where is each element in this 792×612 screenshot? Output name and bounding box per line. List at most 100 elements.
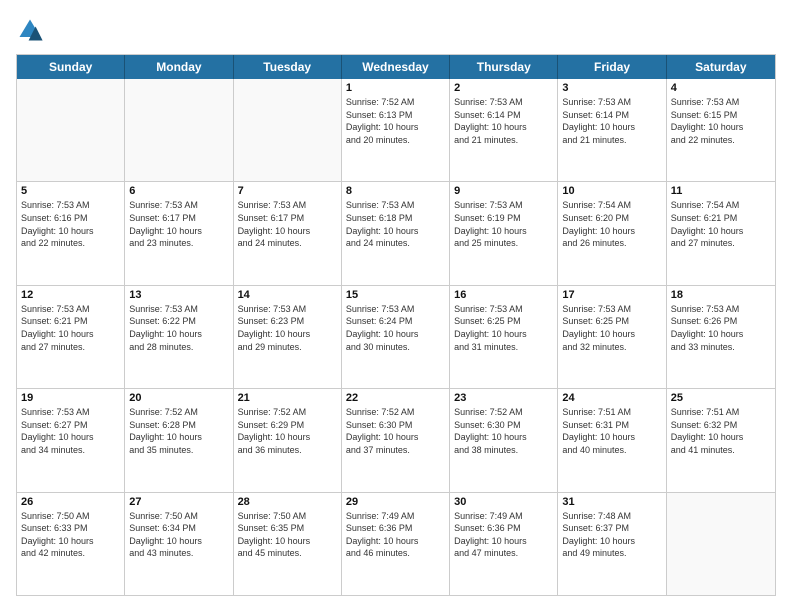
logo-icon xyxy=(16,16,44,44)
week-row: 1Sunrise: 7:52 AM Sunset: 6:13 PM Daylig… xyxy=(17,79,775,181)
cell-day-number: 23 xyxy=(454,392,553,404)
calendar-cell: 26 Sunrise: 7:50 AM Sunset: 6:33 PM Dayli… xyxy=(17,493,125,595)
calendar-cell: 27Sunrise: 7:50 AM Sunset: 6:34 PM Dayli… xyxy=(125,493,233,595)
cell-info: Sunrise: 7:52 AM Sunset: 6:30 PM Dayligh… xyxy=(346,406,445,456)
calendar-cell: 17 Sunrise: 7:53 AM Sunset: 6:25 PM Dayli… xyxy=(558,286,666,388)
cell-info: Sunrise: 7:52 AM Sunset: 6:28 PM Dayligh… xyxy=(129,406,228,456)
cell-day-number: 19 xyxy=(21,392,120,404)
cell-info: Sunrise: 7:52 AM Sunset: 6:29 PM Dayligh… xyxy=(238,406,337,456)
calendar-cell: 3Sunrise: 7:53 AM Sunset: 6:14 PM Daylig… xyxy=(558,79,666,181)
cell-day-number: 22 xyxy=(346,392,445,404)
calendar-cell: 16 Sunrise: 7:53 AM Sunset: 6:25 PM Dayli… xyxy=(450,286,558,388)
cell-info: Sunrise: 7:53 AM Sunset: 6:19 PM Dayligh… xyxy=(454,199,553,249)
cell-day-number: 7 xyxy=(238,185,337,197)
cell-day-number: 5 xyxy=(21,185,120,197)
cell-day-number: 30 xyxy=(454,496,553,508)
cell-info: Sunrise: 7:54 AM Sunset: 6:21 PM Dayligh… xyxy=(671,199,771,249)
cell-day-number: 17 xyxy=(562,289,661,301)
cell-day-number: 24 xyxy=(562,392,661,404)
calendar-cell: 4 Sunrise: 7:53 AM Sunset: 6:15 PM Daylig… xyxy=(667,79,775,181)
cell-info: Sunrise: 7:53 AM Sunset: 6:14 PM Dayligh… xyxy=(562,96,661,146)
calendar-cell: 23Sunrise: 7:52 AM Sunset: 6:30 PM Dayli… xyxy=(450,389,558,491)
calendar-cell: 2Sunrise: 7:53 AM Sunset: 6:14 PM Daylig… xyxy=(450,79,558,181)
day-header: Saturday xyxy=(667,55,775,79)
calendar-cell: 25Sunrise: 7:51 AM Sunset: 6:32 PM Dayli… xyxy=(667,389,775,491)
cell-day-number: 11 xyxy=(671,185,771,197)
calendar-cell: 29 Sunrise: 7:49 AM Sunset: 6:36 PM Dayli… xyxy=(342,493,450,595)
page: SundayMondayTuesdayWednesdayThursdayFrid… xyxy=(0,0,792,612)
calendar-cell: 22 Sunrise: 7:52 AM Sunset: 6:30 PM Dayli… xyxy=(342,389,450,491)
cell-info: Sunrise: 7:53 AM Sunset: 6:25 PM Dayligh… xyxy=(562,303,661,353)
cell-info: Sunrise: 7:53 AM Sunset: 6:15 PM Dayligh… xyxy=(671,96,771,146)
calendar-cell: 10Sunrise: 7:54 AM Sunset: 6:20 PM Dayli… xyxy=(558,182,666,284)
day-header: Friday xyxy=(558,55,666,79)
calendar-cell: 15Sunrise: 7:53 AM Sunset: 6:24 PM Dayli… xyxy=(342,286,450,388)
cell-info: Sunrise: 7:53 AM Sunset: 6:16 PM Dayligh… xyxy=(21,199,120,249)
calendar-cell: 28 Sunrise: 7:50 AM Sunset: 6:35 PM Dayli… xyxy=(234,493,342,595)
cell-info: Sunrise: 7:53 AM Sunset: 6:24 PM Dayligh… xyxy=(346,303,445,353)
cell-day-number: 20 xyxy=(129,392,228,404)
calendar-cell: 8 Sunrise: 7:53 AM Sunset: 6:18 PM Daylig… xyxy=(342,182,450,284)
day-headers: SundayMondayTuesdayWednesdayThursdayFrid… xyxy=(17,55,775,79)
week-row: 26 Sunrise: 7:50 AM Sunset: 6:33 PM Dayli… xyxy=(17,492,775,595)
calendar-cell: 18 Sunrise: 7:53 AM Sunset: 6:26 PM Dayli… xyxy=(667,286,775,388)
cell-day-number: 31 xyxy=(562,496,661,508)
cell-info: Sunrise: 7:53 AM Sunset: 6:21 PM Dayligh… xyxy=(21,303,120,353)
cell-day-number: 4 xyxy=(671,82,771,94)
cell-info: Sunrise: 7:50 AM Sunset: 6:33 PM Dayligh… xyxy=(21,510,120,560)
cell-day-number: 25 xyxy=(671,392,771,404)
header xyxy=(16,16,776,44)
week-row: 5 Sunrise: 7:53 AM Sunset: 6:16 PM Daylig… xyxy=(17,181,775,284)
cell-info: Sunrise: 7:53 AM Sunset: 6:17 PM Dayligh… xyxy=(129,199,228,249)
cell-day-number: 8 xyxy=(346,185,445,197)
cell-day-number: 18 xyxy=(671,289,771,301)
cell-day-number: 14 xyxy=(238,289,337,301)
calendar-cell xyxy=(667,493,775,595)
calendar-cell xyxy=(234,79,342,181)
cell-info: Sunrise: 7:50 AM Sunset: 6:35 PM Dayligh… xyxy=(238,510,337,560)
cell-day-number: 21 xyxy=(238,392,337,404)
cell-day-number: 28 xyxy=(238,496,337,508)
cell-day-number: 2 xyxy=(454,82,553,94)
cell-day-number: 16 xyxy=(454,289,553,301)
cell-info: Sunrise: 7:53 AM Sunset: 6:18 PM Dayligh… xyxy=(346,199,445,249)
day-header: Tuesday xyxy=(234,55,342,79)
calendar-cell: 13Sunrise: 7:53 AM Sunset: 6:22 PM Dayli… xyxy=(125,286,233,388)
day-header: Monday xyxy=(125,55,233,79)
calendar-cell: 31 Sunrise: 7:48 AM Sunset: 6:37 PM Dayli… xyxy=(558,493,666,595)
calendar-cell: 6 Sunrise: 7:53 AM Sunset: 6:17 PM Daylig… xyxy=(125,182,233,284)
day-header: Wednesday xyxy=(342,55,450,79)
calendar-cell: 21 Sunrise: 7:52 AM Sunset: 6:29 PM Dayli… xyxy=(234,389,342,491)
calendar-cell: 11 Sunrise: 7:54 AM Sunset: 6:21 PM Dayli… xyxy=(667,182,775,284)
cell-info: Sunrise: 7:53 AM Sunset: 6:25 PM Dayligh… xyxy=(454,303,553,353)
cell-info: Sunrise: 7:49 AM Sunset: 6:36 PM Dayligh… xyxy=(346,510,445,560)
logo xyxy=(16,16,48,44)
calendar-cell: 1Sunrise: 7:52 AM Sunset: 6:13 PM Daylig… xyxy=(342,79,450,181)
cell-info: Sunrise: 7:53 AM Sunset: 6:23 PM Dayligh… xyxy=(238,303,337,353)
cell-day-number: 29 xyxy=(346,496,445,508)
day-header: Sunday xyxy=(17,55,125,79)
cell-info: Sunrise: 7:52 AM Sunset: 6:13 PM Dayligh… xyxy=(346,96,445,146)
calendar-cell: 20 Sunrise: 7:52 AM Sunset: 6:28 PM Dayli… xyxy=(125,389,233,491)
cell-info: Sunrise: 7:53 AM Sunset: 6:22 PM Dayligh… xyxy=(129,303,228,353)
week-row: 12 Sunrise: 7:53 AM Sunset: 6:21 PM Dayli… xyxy=(17,285,775,388)
cell-info: Sunrise: 7:53 AM Sunset: 6:27 PM Dayligh… xyxy=(21,406,120,456)
weeks: 1Sunrise: 7:52 AM Sunset: 6:13 PM Daylig… xyxy=(17,79,775,595)
calendar-cell: 7Sunrise: 7:53 AM Sunset: 6:17 PM Daylig… xyxy=(234,182,342,284)
week-row: 19 Sunrise: 7:53 AM Sunset: 6:27 PM Dayli… xyxy=(17,388,775,491)
cell-info: Sunrise: 7:53 AM Sunset: 6:26 PM Dayligh… xyxy=(671,303,771,353)
calendar-cell: 5 Sunrise: 7:53 AM Sunset: 6:16 PM Daylig… xyxy=(17,182,125,284)
calendar-cell: 14 Sunrise: 7:53 AM Sunset: 6:23 PM Dayli… xyxy=(234,286,342,388)
cell-day-number: 12 xyxy=(21,289,120,301)
day-header: Thursday xyxy=(450,55,558,79)
cell-day-number: 9 xyxy=(454,185,553,197)
cell-day-number: 26 xyxy=(21,496,120,508)
calendar-cell xyxy=(125,79,233,181)
cell-info: Sunrise: 7:49 AM Sunset: 6:36 PM Dayligh… xyxy=(454,510,553,560)
calendar-cell: 19 Sunrise: 7:53 AM Sunset: 6:27 PM Dayli… xyxy=(17,389,125,491)
cell-info: Sunrise: 7:50 AM Sunset: 6:34 PM Dayligh… xyxy=(129,510,228,560)
calendar-cell: 12 Sunrise: 7:53 AM Sunset: 6:21 PM Dayli… xyxy=(17,286,125,388)
cell-day-number: 6 xyxy=(129,185,228,197)
calendar-cell xyxy=(17,79,125,181)
cell-info: Sunrise: 7:48 AM Sunset: 6:37 PM Dayligh… xyxy=(562,510,661,560)
